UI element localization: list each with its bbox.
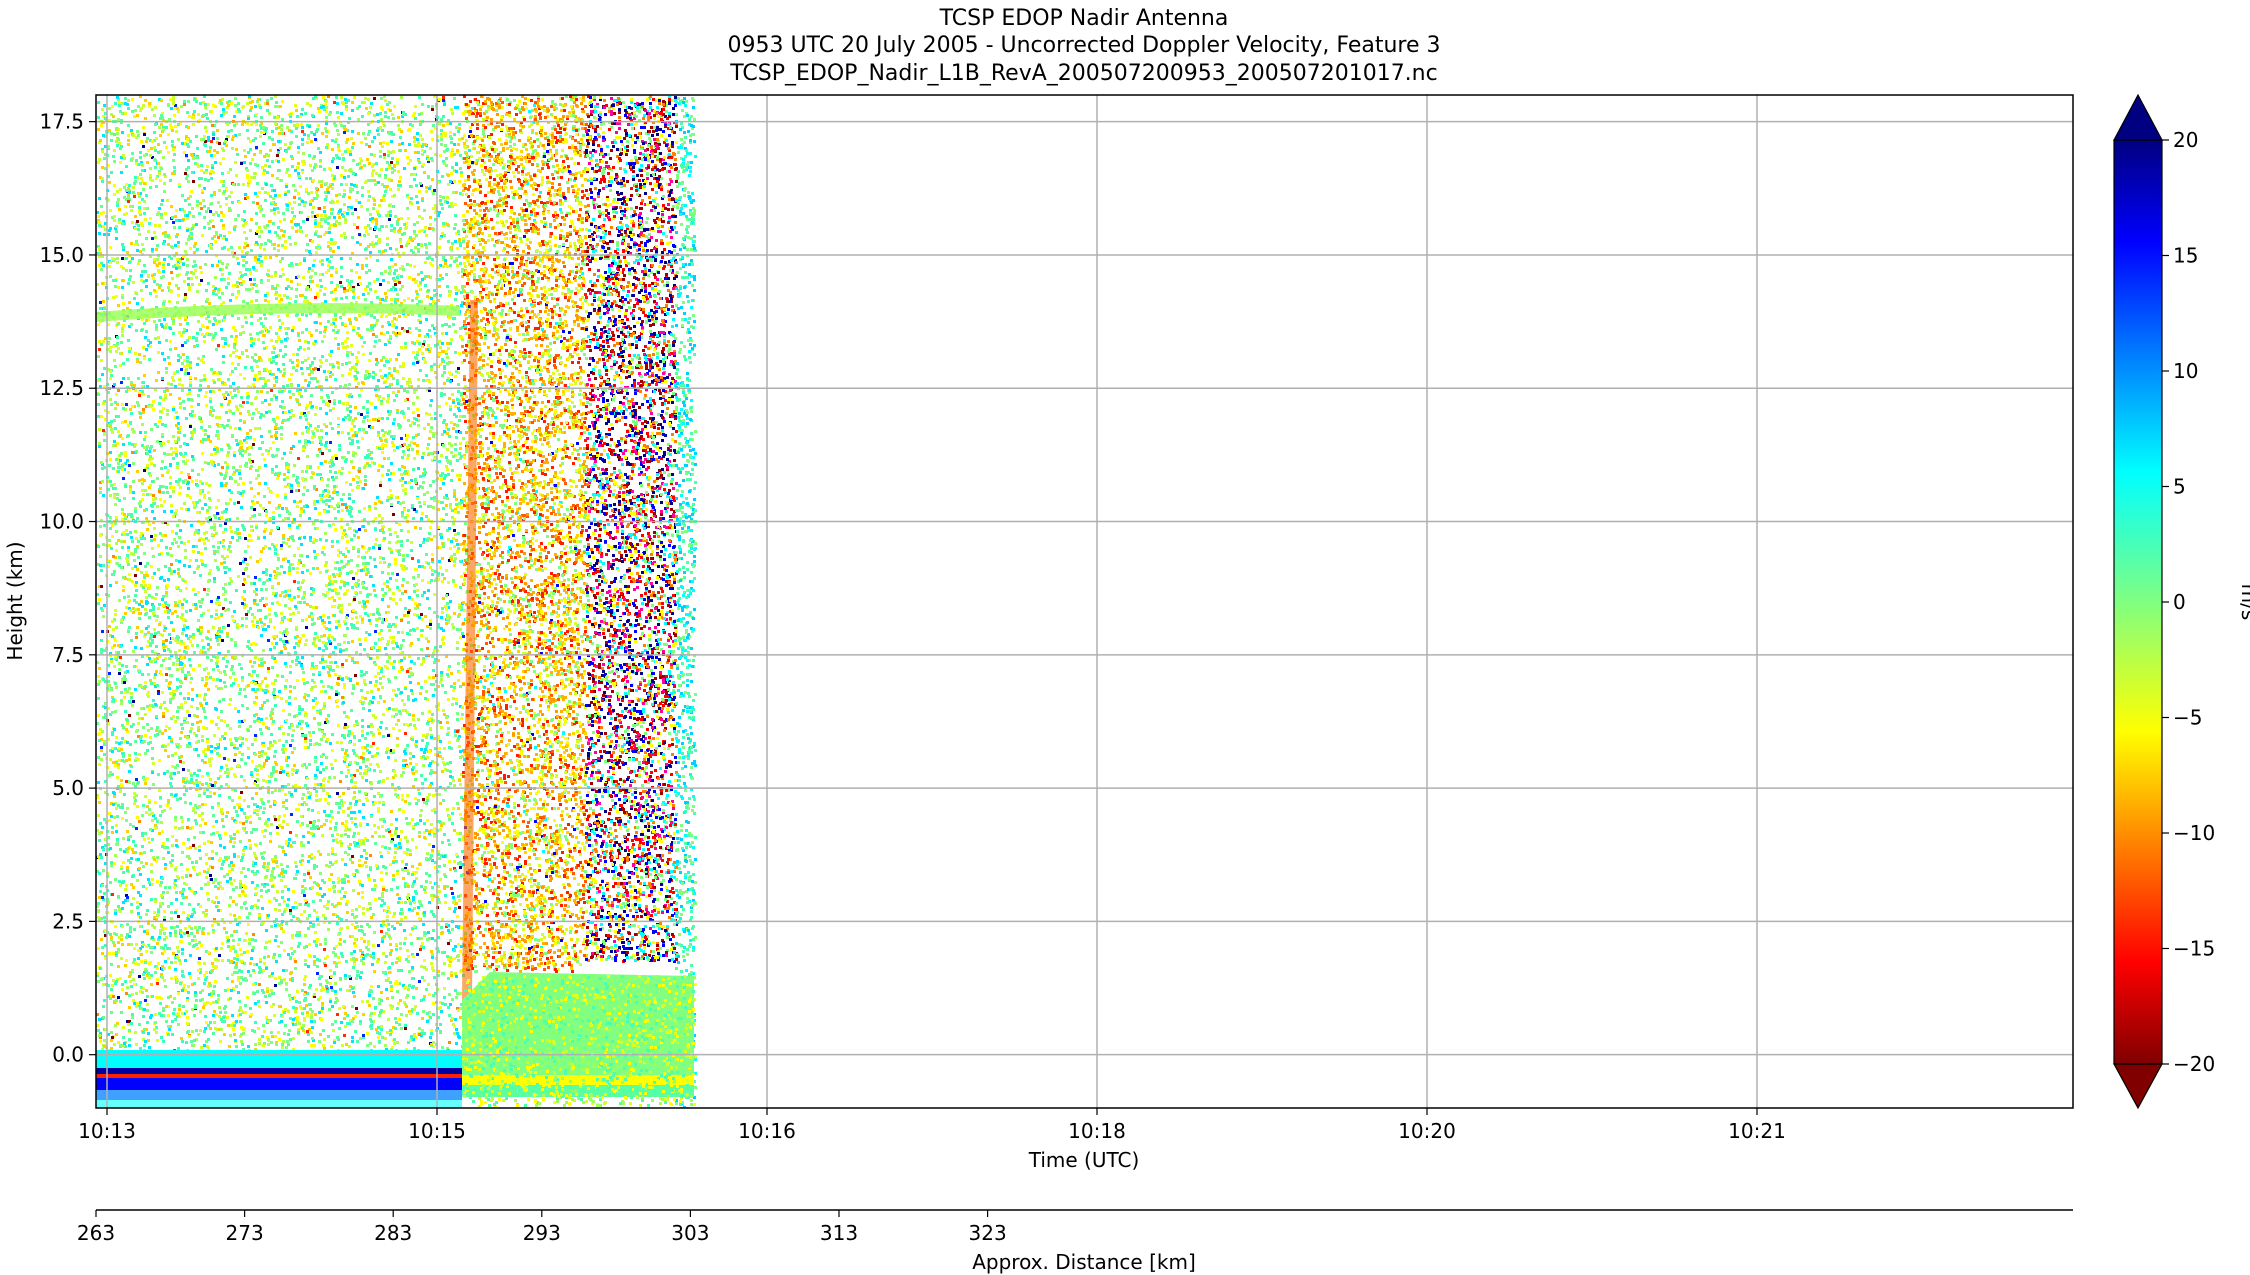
y-tick-label: 0.0 (52, 1043, 84, 1067)
colorbar-gradient (2114, 140, 2162, 1064)
colorbar-tick-label: −5 (2173, 706, 2202, 730)
distance-tick-label: 293 (523, 1221, 561, 1245)
x-tick-label: 10:15 (408, 1119, 466, 1143)
colorbar-tick-label: 10 (2173, 359, 2198, 383)
y-tick-label: 17.5 (39, 110, 84, 134)
title-line-2: 0953 UTC 20 July 2005 - Uncorrected Dopp… (727, 33, 1440, 58)
y-tick-label: 10.0 (39, 510, 84, 534)
y-tick-label: 7.5 (52, 643, 84, 667)
y-tick-label: 5.0 (52, 776, 84, 800)
distance-tick-label: 273 (226, 1221, 264, 1245)
x-tick-label: 10:20 (1398, 1119, 1456, 1143)
colorbar-tick-label: 20 (2173, 128, 2198, 152)
distance-tick-label: 283 (374, 1221, 412, 1245)
x-axis: 10:13 10:15 10:16 10:18 10:20 10:21 (78, 1108, 1786, 1143)
y-tick-label: 2.5 (52, 909, 84, 933)
x-tick-label: 10:13 (78, 1119, 136, 1143)
colorbar-tick-label: −20 (2173, 1052, 2215, 1076)
figure: TCSP EDOP Nadir Antenna 0953 UTC 20 July… (3, 6, 2250, 1274)
colorbar-ticks: −20 −15 −10 −5 0 5 10 15 20 (2162, 128, 2215, 1076)
colorbar-extend-bottom (2112, 1063, 2164, 1110)
distance-tick-label: 323 (969, 1221, 1007, 1245)
x-tick-label: 10:21 (1728, 1119, 1786, 1143)
distance-tick-label: 263 (77, 1221, 115, 1245)
colorbar-tick-label: 15 (2173, 244, 2198, 268)
plot-background (96, 95, 2073, 1108)
x-tick-label: 10:16 (738, 1119, 796, 1143)
colorbar-tick-label: −10 (2173, 821, 2215, 845)
title-line-1: TCSP EDOP Nadir Antenna (939, 6, 1229, 31)
distance-axis-ticks: 263 273 283 293 303 313 323 (77, 1210, 1007, 1245)
colorbar-tick-label: −15 (2173, 937, 2215, 961)
plot-area (95, 94, 2074, 1109)
chart-title: TCSP EDOP Nadir Antenna 0953 UTC 20 July… (727, 6, 1440, 86)
distance-axis-label: Approx. Distance [km] (972, 1250, 1196, 1274)
colorbar-tick-label: 0 (2173, 590, 2186, 614)
distance-axis: 263 273 283 293 303 313 323 Approx. Distance [… (77, 1209, 2073, 1274)
y-axis-label: Height (km) (3, 541, 27, 660)
y-tick-label: 12.5 (39, 376, 84, 400)
x-tick-label: 10:18 (1068, 1119, 1126, 1143)
colorbar-extend-top (2113, 93, 2163, 141)
x-axis-label: Time (UTC) (1028, 1148, 1140, 1172)
colorbar-label: m/s (2237, 584, 2250, 621)
y-tick-label: 15.0 (39, 243, 84, 267)
title-line-3: TCSP_EDOP_Nadir_L1B_RevA_200507200953_20… (729, 61, 1437, 86)
distance-tick-label: 313 (820, 1221, 858, 1245)
y-axis: 0.0 2.5 5.0 7.5 10.0 12.5 15.0 17.5 (39, 110, 96, 1067)
distance-tick-label: 303 (671, 1221, 709, 1245)
colorbar: −20 −15 −10 −5 0 5 10 15 20 m/s (2112, 93, 2250, 1110)
colorbar-tick-label: 5 (2173, 475, 2186, 499)
